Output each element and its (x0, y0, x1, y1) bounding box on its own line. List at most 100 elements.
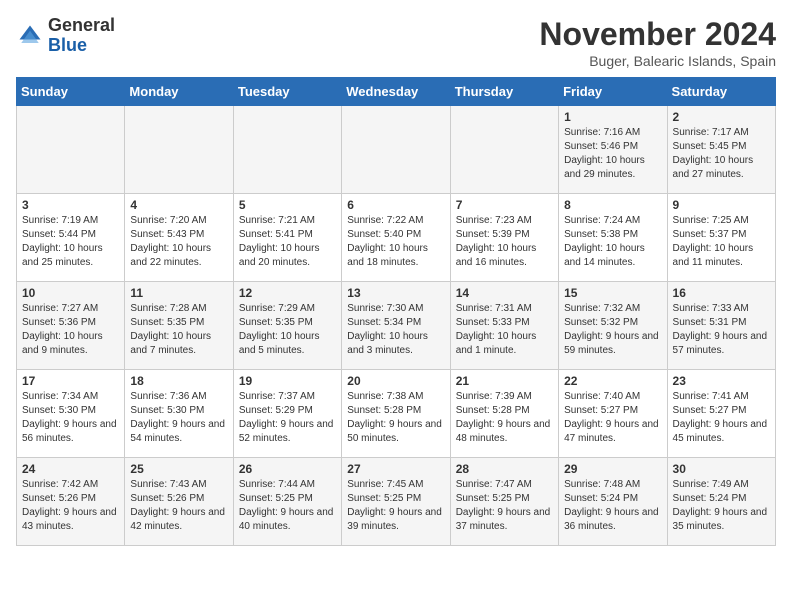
day-number: 10 (22, 286, 119, 300)
day-number: 9 (673, 198, 770, 212)
calendar-cell (17, 106, 125, 194)
day-number: 28 (456, 462, 553, 476)
header-day-monday: Monday (125, 78, 233, 106)
logo-general: General (48, 16, 115, 36)
day-number: 25 (130, 462, 227, 476)
calendar-cell (342, 106, 450, 194)
day-number: 5 (239, 198, 336, 212)
day-number: 2 (673, 110, 770, 124)
day-info: Sunrise: 7:37 AM Sunset: 5:29 PM Dayligh… (239, 390, 336, 446)
day-info: Sunrise: 7:25 AM Sunset: 5:37 PM Dayligh… (673, 214, 770, 270)
day-number: 20 (347, 374, 444, 388)
calendar-cell: 30Sunrise: 7:49 AM Sunset: 5:24 PM Dayli… (667, 458, 775, 546)
day-info: Sunrise: 7:27 AM Sunset: 5:36 PM Dayligh… (22, 302, 119, 358)
calendar-cell: 14 Sunrise: 7:31 AM Sunset: 5:33 PM Dayli… (450, 282, 558, 370)
calendar-cell: 18Sunrise: 7:36 AM Sunset: 5:30 PM Dayli… (125, 370, 233, 458)
calendar-cell: 3Sunrise: 7:19 AM Sunset: 5:44 PM Daylig… (17, 194, 125, 282)
week-row-2: 3Sunrise: 7:19 AM Sunset: 5:44 PM Daylig… (17, 194, 776, 282)
day-number: 23 (673, 374, 770, 388)
day-info: Sunrise: 7:28 AM Sunset: 5:35 PM Dayligh… (130, 302, 227, 358)
day-number: 16 (673, 286, 770, 300)
day-info: Sunrise: 7:43 AM Sunset: 5:26 PM Dayligh… (130, 478, 227, 534)
header: General Blue November 2024 Buger, Balear… (16, 16, 776, 69)
calendar-cell: 5 Sunrise: 7:21 AM Sunset: 5:41 PM Daylig… (233, 194, 341, 282)
day-number: 14 (456, 286, 553, 300)
day-number: 24 (22, 462, 119, 476)
day-number: 21 (456, 374, 553, 388)
month-title: November 2024 (539, 16, 776, 53)
day-number: 7 (456, 198, 553, 212)
calendar-cell: 22Sunrise: 7:40 AM Sunset: 5:27 PM Dayli… (559, 370, 667, 458)
day-info: Sunrise: 7:49 AM Sunset: 5:24 PM Dayligh… (673, 478, 770, 534)
day-number: 19 (239, 374, 336, 388)
calendar-cell: 27 Sunrise: 7:45 AM Sunset: 5:25 PM Dayli… (342, 458, 450, 546)
day-info: Sunrise: 7:41 AM Sunset: 5:27 PM Dayligh… (673, 390, 770, 446)
day-info: Sunrise: 7:45 AM Sunset: 5:25 PM Dayligh… (347, 478, 444, 534)
day-number: 18 (130, 374, 227, 388)
day-info: Sunrise: 7:48 AM Sunset: 5:24 PM Dayligh… (564, 478, 661, 534)
day-info: Sunrise: 7:42 AM Sunset: 5:26 PM Dayligh… (22, 478, 119, 534)
calendar-cell: 12 Sunrise: 7:29 AM Sunset: 5:35 PM Dayli… (233, 282, 341, 370)
day-number: 6 (347, 198, 444, 212)
calendar-cell: 11 Sunrise: 7:28 AM Sunset: 5:35 PM Dayli… (125, 282, 233, 370)
calendar-cell: 24 Sunrise: 7:42 AM Sunset: 5:26 PM Dayli… (17, 458, 125, 546)
day-info: Sunrise: 7:22 AM Sunset: 5:40 PM Dayligh… (347, 214, 444, 270)
day-number: 8 (564, 198, 661, 212)
calendar-cell: 16 Sunrise: 7:33 AM Sunset: 5:31 PM Dayli… (667, 282, 775, 370)
week-row-4: 17Sunrise: 7:34 AM Sunset: 5:30 PM Dayli… (17, 370, 776, 458)
logo: General Blue (16, 16, 115, 56)
calendar-cell: 1 Sunrise: 7:16 AM Sunset: 5:46 PM Daylig… (559, 106, 667, 194)
day-number: 1 (564, 110, 661, 124)
calendar-table: SundayMondayTuesdayWednesdayThursdayFrid… (16, 77, 776, 546)
location: Buger, Balearic Islands, Spain (539, 53, 776, 69)
days-header-row: SundayMondayTuesdayWednesdayThursdayFrid… (17, 78, 776, 106)
day-info: Sunrise: 7:39 AM Sunset: 5:28 PM Dayligh… (456, 390, 553, 446)
day-info: Sunrise: 7:17 AM Sunset: 5:45 PM Dayligh… (673, 126, 770, 182)
week-row-5: 24 Sunrise: 7:42 AM Sunset: 5:26 PM Dayli… (17, 458, 776, 546)
day-number: 4 (130, 198, 227, 212)
day-info: Sunrise: 7:32 AM Sunset: 5:32 PM Dayligh… (564, 302, 661, 358)
calendar-cell: 29 Sunrise: 7:48 AM Sunset: 5:24 PM Dayli… (559, 458, 667, 546)
calendar-cell: 21 Sunrise: 7:39 AM Sunset: 5:28 PM Dayli… (450, 370, 558, 458)
calendar-cell (125, 106, 233, 194)
day-info: Sunrise: 7:16 AM Sunset: 5:46 PM Dayligh… (564, 126, 661, 182)
day-info: Sunrise: 7:24 AM Sunset: 5:38 PM Dayligh… (564, 214, 661, 270)
day-number: 12 (239, 286, 336, 300)
day-number: 26 (239, 462, 336, 476)
header-day-wednesday: Wednesday (342, 78, 450, 106)
day-info: Sunrise: 7:21 AM Sunset: 5:41 PM Dayligh… (239, 214, 336, 270)
calendar-cell: 2 Sunrise: 7:17 AM Sunset: 5:45 PM Daylig… (667, 106, 775, 194)
day-info: Sunrise: 7:40 AM Sunset: 5:27 PM Dayligh… (564, 390, 661, 446)
calendar-cell: 17Sunrise: 7:34 AM Sunset: 5:30 PM Dayli… (17, 370, 125, 458)
calendar-cell: 23 Sunrise: 7:41 AM Sunset: 5:27 PM Dayli… (667, 370, 775, 458)
calendar-cell: 9 Sunrise: 7:25 AM Sunset: 5:37 PM Daylig… (667, 194, 775, 282)
title-area: November 2024 Buger, Balearic Islands, S… (539, 16, 776, 69)
header-day-tuesday: Tuesday (233, 78, 341, 106)
day-number: 3 (22, 198, 119, 212)
day-number: 11 (130, 286, 227, 300)
week-row-1: 1 Sunrise: 7:16 AM Sunset: 5:46 PM Daylig… (17, 106, 776, 194)
day-info: Sunrise: 7:33 AM Sunset: 5:31 PM Dayligh… (673, 302, 770, 358)
day-info: Sunrise: 7:47 AM Sunset: 5:25 PM Dayligh… (456, 478, 553, 534)
day-info: Sunrise: 7:23 AM Sunset: 5:39 PM Dayligh… (456, 214, 553, 270)
header-day-saturday: Saturday (667, 78, 775, 106)
logo-icon (16, 22, 44, 50)
day-info: Sunrise: 7:29 AM Sunset: 5:35 PM Dayligh… (239, 302, 336, 358)
calendar-cell: 26 Sunrise: 7:44 AM Sunset: 5:25 PM Dayli… (233, 458, 341, 546)
calendar-cell: 28 Sunrise: 7:47 AM Sunset: 5:25 PM Dayli… (450, 458, 558, 546)
day-number: 15 (564, 286, 661, 300)
day-info: Sunrise: 7:30 AM Sunset: 5:34 PM Dayligh… (347, 302, 444, 358)
day-info: Sunrise: 7:44 AM Sunset: 5:25 PM Dayligh… (239, 478, 336, 534)
calendar-cell (233, 106, 341, 194)
day-info: Sunrise: 7:38 AM Sunset: 5:28 PM Dayligh… (347, 390, 444, 446)
calendar-cell: 7 Sunrise: 7:23 AM Sunset: 5:39 PM Daylig… (450, 194, 558, 282)
day-number: 29 (564, 462, 661, 476)
day-info: Sunrise: 7:31 AM Sunset: 5:33 PM Dayligh… (456, 302, 553, 358)
calendar-cell: 4Sunrise: 7:20 AM Sunset: 5:43 PM Daylig… (125, 194, 233, 282)
day-number: 27 (347, 462, 444, 476)
logo-text: General Blue (48, 16, 115, 56)
calendar-cell: 15 Sunrise: 7:32 AM Sunset: 5:32 PM Dayli… (559, 282, 667, 370)
header-day-sunday: Sunday (17, 78, 125, 106)
day-info: Sunrise: 7:34 AM Sunset: 5:30 PM Dayligh… (22, 390, 119, 446)
logo-blue: Blue (48, 36, 115, 56)
